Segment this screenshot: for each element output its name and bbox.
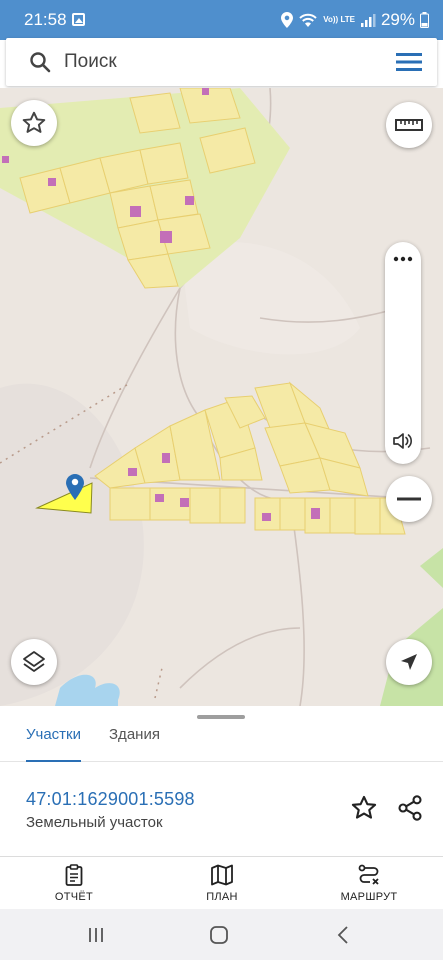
locate-button[interactable] [386,639,432,685]
route-button[interactable]: МАРШРУТ [319,861,419,909]
ruler-button[interactable] [386,102,432,148]
signal-icon [360,14,376,27]
report-icon [65,864,83,886]
sound-panel [385,242,421,464]
back-icon[interactable] [332,923,356,947]
bottom-sheet: Участки Здания 47:01:1629001:5598 Земель… [0,706,443,856]
battery-icon [420,12,429,28]
zoom-out-button[interactable] [386,476,432,522]
favorite-icon [22,111,46,133]
status-bar: 21:58 Vo)) LTE 29% [0,0,443,40]
tabs: Участки Здания [0,720,443,762]
status-icons: Vo)) LTE 29% [281,9,429,31]
parcel-number[interactable]: 47:01:1629001:5598 [26,789,195,810]
parcel-type: Земельный участок [26,814,163,831]
favorites-button[interactable] [11,100,57,146]
map-icon [211,864,233,886]
recent-apps-icon[interactable] [84,923,108,947]
search-bar [6,38,437,86]
wifi-icon [299,13,317,27]
plan-button[interactable]: ПЛАН [172,861,272,909]
plan-label: ПЛАН [206,891,238,903]
report-label: ОТЧЁТ [54,891,94,903]
route-label: МАРШРУТ [340,891,398,903]
sheet-handle[interactable] [197,715,245,719]
layers-button[interactable] [11,639,57,685]
search-icon[interactable] [28,50,52,74]
network-type: Vo)) LTE [323,15,355,24]
system-nav-bar [0,909,443,960]
report-button[interactable]: ОТЧЁТ [24,861,124,909]
ruler-icon [395,119,423,131]
tab-parcels[interactable]: Участки [26,726,81,762]
status-time: 21:58 [24,10,67,29]
share-icon[interactable] [396,794,424,822]
sound-icon[interactable] [391,430,415,452]
menu-icon[interactable] [393,48,425,76]
favorite-icon[interactable] [350,794,378,822]
locate-icon [401,654,417,670]
tab-buildings[interactable]: Здания [109,726,160,762]
map[interactable] [0,88,443,706]
home-icon[interactable] [207,923,231,947]
more-icon[interactable] [392,254,414,264]
battery-percent: 29% [380,10,415,29]
location-icon [281,12,294,28]
image-icon [72,13,85,26]
zoom-out-icon [397,497,421,501]
volume-slider[interactable] [402,276,404,416]
map-canvas[interactable] [0,88,443,706]
search-input[interactable] [64,44,374,80]
action-bar: ОТЧЁТ ПЛАН МАРШРУТ [0,856,443,909]
route-icon [358,864,379,885]
layers-icon [23,651,45,672]
